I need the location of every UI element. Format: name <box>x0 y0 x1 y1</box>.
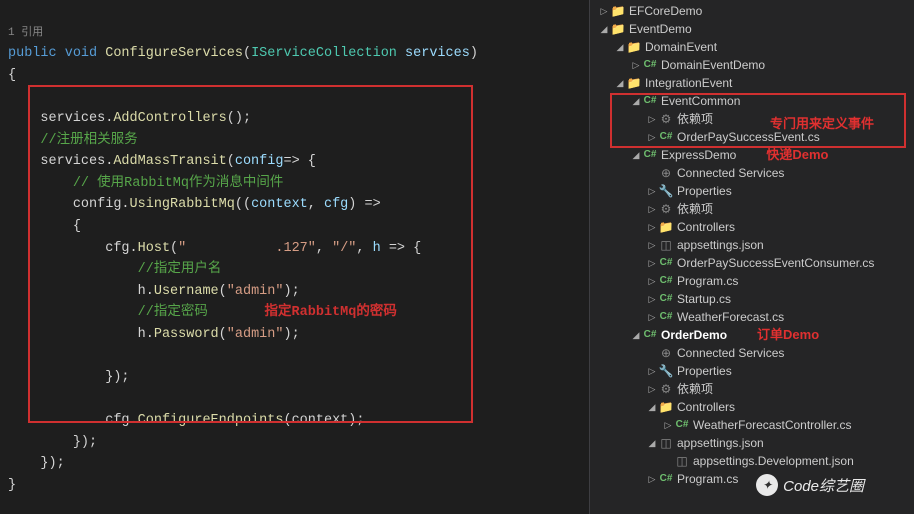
file-consumer[interactable]: ▷C#OrderPaySuccessEventConsumer.cs <box>590 254 914 272</box>
cs-file-icon: C# <box>658 254 674 272</box>
project-orderdemo[interactable]: ◢C#OrderDemo 订单Demo <box>590 326 914 344</box>
watermark: ✦ Code综艺圈 <box>756 474 864 496</box>
sln-folder-integrationevent[interactable]: ◢📁IntegrationEvent <box>590 74 914 92</box>
annotation-order: 订单Demo <box>757 326 819 344</box>
dependencies-icon: ⚙ <box>658 200 674 218</box>
connected-icon: ⊕ <box>658 344 674 362</box>
file-appsettings[interactable]: ◢◫appsettings.json <box>590 434 914 452</box>
node-dependencies[interactable]: ▷⚙依赖项 <box>590 380 914 398</box>
code-editor-pane[interactable]: 1 引用 public void ConfigureServices(IServ… <box>0 0 589 514</box>
json-file-icon: ◫ <box>658 236 674 254</box>
project-domaineventdemo[interactable]: ▷C#DomainEventDemo <box>590 56 914 74</box>
folder-controllers[interactable]: ◢📁Controllers <box>590 398 914 416</box>
file-program[interactable]: ▷C#Program.cs <box>590 272 914 290</box>
cs-file-icon: C# <box>674 416 690 434</box>
file-weathercontroller[interactable]: ▷C#WeatherForecastController.cs <box>590 416 914 434</box>
file-appsettings[interactable]: ▷◫appsettings.json <box>590 236 914 254</box>
folder-icon: 📁 <box>658 218 674 236</box>
node-dependencies[interactable]: ▷⚙依赖项 <box>590 200 914 218</box>
annotation-express: 快递Demo <box>766 146 828 164</box>
project-expressdemo[interactable]: ◢C#ExpressDemo 快递Demo <box>590 146 914 164</box>
reference-count: 1 引用 <box>8 27 43 39</box>
connected-icon: ⊕ <box>658 164 674 182</box>
json-file-icon: ◫ <box>674 452 690 470</box>
csproj-icon: C# <box>642 326 658 344</box>
file-startup[interactable]: ▷C#Startup.cs <box>590 290 914 308</box>
node-connectedservices[interactable]: ⊕Connected Services <box>590 344 914 362</box>
folder-icon: 📁 <box>610 20 626 38</box>
folder-icon: 📁 <box>658 398 674 416</box>
solution-explorer-pane[interactable]: ▷📁EFCoreDemo ◢📁EventDemo ◢📁DomainEvent ▷… <box>589 0 914 514</box>
sln-folder-eventdemo[interactable]: ◢📁EventDemo <box>590 20 914 38</box>
sln-folder-domainevent[interactable]: ◢📁DomainEvent <box>590 38 914 56</box>
folder-controllers[interactable]: ▷📁Controllers <box>590 218 914 236</box>
wrench-icon: 🔧 <box>658 182 674 200</box>
json-file-icon: ◫ <box>658 434 674 452</box>
cs-file-icon: C# <box>658 308 674 326</box>
node-properties[interactable]: ▷🔧Properties <box>590 182 914 200</box>
file-weatherforecast[interactable]: ▷C#WeatherForecast.cs <box>590 308 914 326</box>
cs-file-icon: C# <box>658 470 674 488</box>
dependencies-icon: ⚙ <box>658 380 674 398</box>
csproj-icon: C# <box>642 56 658 74</box>
annotation-eventcommon: 专门用来定义事件 <box>770 113 874 132</box>
expander-open-icon[interactable]: ◢ <box>598 20 610 38</box>
node-connectedservices[interactable]: ⊕Connected Services <box>590 164 914 182</box>
wechat-icon: ✦ <box>756 474 778 496</box>
sln-folder-efcoredemo[interactable]: ▷📁EFCoreDemo <box>590 2 914 20</box>
file-program[interactable]: ▷C#Program.cs <box>590 470 914 488</box>
node-properties[interactable]: ▷🔧Properties <box>590 362 914 380</box>
highlight-box-code <box>28 85 473 423</box>
wrench-icon: 🔧 <box>658 362 674 380</box>
file-appsettings-dev[interactable]: ◫appsettings.Development.json <box>590 452 914 470</box>
cs-file-icon: C# <box>658 290 674 308</box>
cs-file-icon: C# <box>658 272 674 290</box>
expander-icon[interactable]: ▷ <box>598 2 610 20</box>
folder-icon: 📁 <box>610 2 626 20</box>
csproj-icon: C# <box>642 146 658 164</box>
